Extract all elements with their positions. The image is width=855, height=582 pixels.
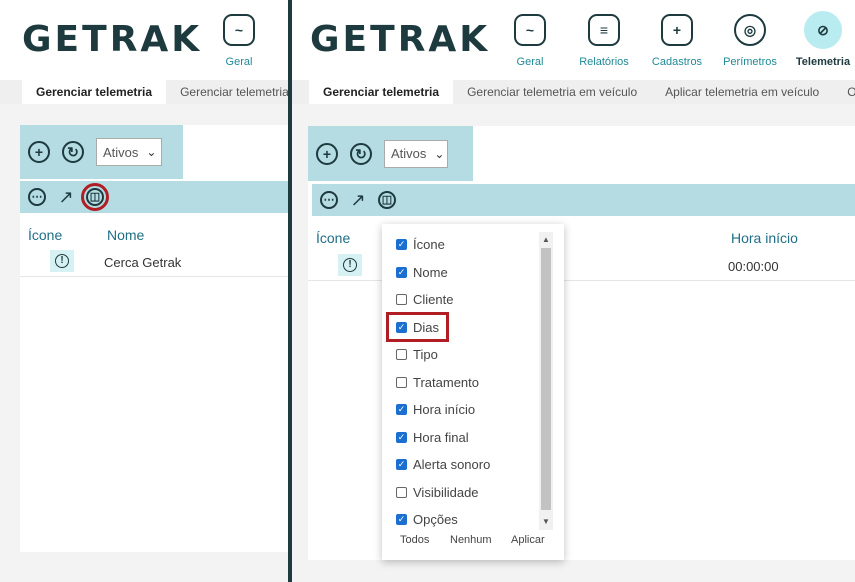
export-button[interactable]: ↗ bbox=[348, 190, 368, 210]
scroll-thumb[interactable] bbox=[541, 248, 551, 510]
monitor-chart-icon: ~ bbox=[223, 14, 255, 46]
top-toolbar: + ↻ Ativos ⌄ bbox=[308, 126, 473, 181]
select-none-button[interactable]: Nenhum bbox=[450, 534, 492, 546]
column-header-icone[interactable]: Ícone bbox=[316, 230, 350, 246]
brand-logo: GETRAK bbox=[310, 19, 491, 60]
tab-aplicar-telemetria[interactable]: Aplicar telemetria em veículo bbox=[651, 80, 833, 104]
scroll-down-icon[interactable]: ▼ bbox=[541, 516, 551, 528]
nav-geral[interactable]: ~ Geral bbox=[204, 14, 274, 68]
tab-bar: Gerenciar telemetria Gerenciar telemetria… bbox=[292, 80, 855, 104]
add-button[interactable]: + bbox=[28, 141, 50, 163]
status-select[interactable]: Ativos ⌄ bbox=[384, 139, 448, 168]
column-header-icone[interactable]: Ícone bbox=[28, 227, 62, 243]
checkbox-checked-icon[interactable]: ✓ bbox=[396, 513, 407, 525]
checkbox-checked-icon[interactable]: ✓ bbox=[396, 266, 407, 278]
compass-icon: ⊘ bbox=[804, 11, 842, 49]
left-pane: GETRAK ~ Geral Gerenciar telemetria Geren… bbox=[0, 0, 288, 582]
column-option-tratamento[interactable]: Tratamento bbox=[396, 372, 479, 392]
column-option-opcoes[interactable]: ✓ Opções bbox=[396, 509, 458, 529]
checkbox-icon[interactable] bbox=[396, 348, 407, 360]
tab-gerenciar-telemetria[interactable]: Gerenciar telemetria bbox=[309, 80, 454, 104]
column-header-hora-inicio[interactable]: Hora início bbox=[731, 230, 798, 246]
checkbox-checked-icon[interactable]: ✓ bbox=[396, 458, 407, 470]
column-header-nome[interactable]: Nome bbox=[107, 227, 144, 243]
column-picker-popup: ✓ Ícone ✓ Nome Cliente ✓ Dias Tipo Tratamen… bbox=[382, 224, 564, 560]
content-area: + ↻ Ativos ⌄ ⋯ ↗ ◫ Ícone Nome ! Cerca Get… bbox=[0, 104, 288, 582]
row-name[interactable]: Cerca Getrak bbox=[104, 255, 181, 270]
tab-gerenciar-telemetria-em-veiculo[interactable]: Gerenciar telemetria em bbox=[166, 80, 288, 104]
column-option-hora-final[interactable]: ✓ Hora final bbox=[396, 427, 469, 447]
column-option-cliente[interactable]: Cliente bbox=[396, 289, 453, 309]
top-toolbar: + ↻ Ativos ⌄ bbox=[20, 125, 183, 179]
column-option-visibilidade[interactable]: Visibilidade bbox=[396, 482, 479, 502]
checkbox-checked-icon[interactable]: ✓ bbox=[396, 431, 407, 443]
row-icon: ! bbox=[50, 250, 74, 272]
checkbox-icon[interactable] bbox=[396, 376, 407, 388]
right-pane: GETRAK ~ Geral ≡ Relatórios + Cadastros … bbox=[292, 0, 855, 582]
scroll-up-icon[interactable]: ▲ bbox=[541, 234, 551, 246]
tab-gerenciar-telemetria-em-veiculo[interactable]: Gerenciar telemetria em veículo bbox=[453, 80, 651, 104]
column-option-dias[interactable]: ✓ Dias bbox=[385, 312, 450, 342]
chevron-down-icon: ⌄ bbox=[146, 145, 157, 159]
report-icon: ≡ bbox=[588, 14, 620, 46]
brand-logo: GETRAK bbox=[22, 19, 203, 60]
alert-circle-icon: ! bbox=[55, 254, 69, 268]
nav-label: Geral bbox=[225, 56, 253, 68]
row-icon: ! bbox=[338, 254, 362, 276]
nav-perimetros[interactable]: ◎ Perímetros bbox=[715, 14, 785, 68]
tab-gerenciar-telemetria[interactable]: Gerenciar telemetria bbox=[22, 80, 167, 104]
column-option-alerta-sonoro[interactable]: ✓ Alerta sonoro bbox=[396, 454, 490, 474]
nav-cadastros[interactable]: + Cadastros bbox=[642, 14, 712, 68]
checkbox-checked-icon[interactable]: ✓ bbox=[396, 321, 407, 333]
columns-button[interactable]: ◫ bbox=[378, 191, 396, 209]
select-all-button[interactable]: Todos bbox=[400, 534, 429, 546]
column-option-icone[interactable]: ✓ Ícone bbox=[396, 234, 445, 254]
nav-geral[interactable]: ~ Geral bbox=[495, 14, 565, 68]
export-button[interactable]: ↗ bbox=[56, 187, 76, 207]
column-option-tipo[interactable]: Tipo bbox=[396, 344, 438, 364]
row-hora-inicio[interactable]: 00:00:00 bbox=[728, 259, 779, 274]
more-options-button[interactable]: ⋯ bbox=[320, 191, 338, 209]
checkbox-icon[interactable] bbox=[396, 486, 407, 498]
chevron-down-icon: ⌄ bbox=[434, 146, 445, 161]
add-button[interactable]: + bbox=[316, 142, 338, 165]
column-option-nome[interactable]: ✓ Nome bbox=[396, 262, 448, 282]
checkbox-checked-icon[interactable]: ✓ bbox=[396, 238, 407, 250]
checkbox-checked-icon[interactable]: ✓ bbox=[396, 403, 407, 415]
tab-ocorrencias[interactable]: Ocor bbox=[833, 80, 855, 104]
nav-label: Perímetros bbox=[723, 56, 777, 68]
folder-plus-icon: + bbox=[661, 14, 693, 46]
grid-toolbar: ⋯ ↗ ◫ bbox=[312, 184, 855, 216]
status-select[interactable]: Ativos ⌄ bbox=[96, 138, 162, 166]
target-icon: ◎ bbox=[734, 14, 766, 46]
apply-button[interactable]: Aplicar bbox=[511, 534, 545, 546]
screenshot-root: GETRAK ~ Geral Gerenciar telemetria Geren… bbox=[0, 0, 855, 582]
grid-toolbar: ⋯ ↗ ◫ bbox=[20, 181, 288, 213]
nav-telemetria[interactable]: ⊘ Telemetria bbox=[788, 11, 855, 68]
checkbox-icon[interactable] bbox=[396, 293, 407, 305]
more-options-button[interactable]: ⋯ bbox=[28, 188, 46, 206]
nav-relatorios[interactable]: ≡ Relatórios bbox=[569, 14, 639, 68]
nav-label: Relatórios bbox=[579, 56, 629, 68]
alert-circle-icon: ! bbox=[343, 258, 357, 272]
columns-button[interactable]: ◫ bbox=[81, 183, 109, 211]
column-option-hora-inicio[interactable]: ✓ Hora início bbox=[396, 399, 475, 419]
tab-bar: Gerenciar telemetria Gerenciar telemetria… bbox=[0, 80, 288, 104]
row-divider bbox=[20, 276, 288, 277]
nav-label: Telemetria bbox=[795, 56, 851, 68]
nav-label: Geral bbox=[516, 56, 544, 68]
refresh-button[interactable]: ↻ bbox=[350, 142, 372, 165]
refresh-button[interactable]: ↻ bbox=[62, 141, 84, 163]
monitor-chart-icon: ~ bbox=[514, 14, 546, 46]
content-area: + ↻ Ativos ⌄ ⋯ ↗ ◫ Ícone Hora início ! 00… bbox=[292, 104, 855, 582]
column-picker-scrollbar[interactable]: ▲ ▼ bbox=[539, 232, 553, 530]
nav-label: Cadastros bbox=[651, 56, 703, 68]
